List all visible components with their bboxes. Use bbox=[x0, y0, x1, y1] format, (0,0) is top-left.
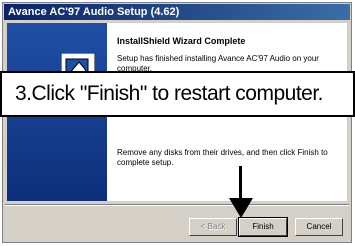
callout-text: 3.Click "Finish" to restart computer. bbox=[15, 82, 324, 105]
wizard-heading: InstallShield Wizard Complete bbox=[117, 36, 246, 46]
finish-button[interactable]: Finish bbox=[238, 217, 288, 237]
instruction-callout: 3.Click "Finish" to restart computer. bbox=[0, 71, 355, 117]
button-separator bbox=[5, 204, 349, 206]
wizard-instructions: Remove any disks from their drives, and … bbox=[117, 148, 328, 167]
arrow-down-icon bbox=[229, 166, 253, 218]
back-button[interactable]: < Back bbox=[189, 218, 237, 236]
window-title: Avance AC'97 Audio Setup (4.62) bbox=[8, 6, 180, 18]
title-bar[interactable]: Avance AC'97 Audio Setup (4.62) bbox=[4, 4, 350, 20]
cancel-button[interactable]: Cancel bbox=[295, 218, 343, 236]
setup-window: Avance AC'97 Audio Setup (4.62) InstallS… bbox=[2, 2, 352, 243]
